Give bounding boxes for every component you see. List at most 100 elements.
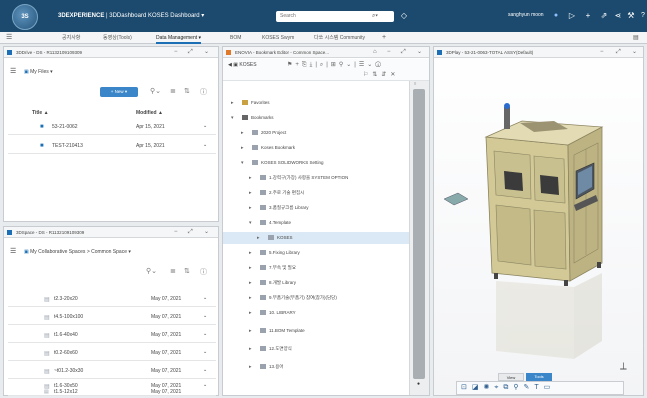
home-icon[interactable]: ⌂ [373,47,377,58]
user-name[interactable]: sanghyun moon [508,12,544,18]
column-title[interactable]: Title ▲ [32,110,49,116]
tree-node-selected[interactable]: ▸ KOSES [223,232,409,244]
tree-node-bookmarks[interactable]: ▾ Bookmarks [231,112,274,124]
panel-toggle-icon[interactable]: ≡ [414,81,416,86]
table-row[interactable]: ▤ t2.3-20x20 May 07, 2021 ⌄ [8,289,216,307]
chevron-right-icon[interactable]: ▸ [249,307,255,319]
tree-node[interactable]: ▸ 10. LIBRARY [249,307,296,319]
menu-icon[interactable]: ☰ [6,33,12,41]
chevron-down-icon[interactable]: ⌄ [203,382,207,388]
chevron-right-icon[interactable]: ▸ [249,247,255,259]
toolbar-icons[interactable]: ⚑+⎘⤓|⌕|⊞⚲⌄|☰⌄ⓘ [287,61,384,69]
tab-bom[interactable]: BOM [230,32,241,44]
section-icon[interactable]: ◪ [472,384,484,391]
table-row[interactable]: ▤ t4.5-100x100 May 07, 2021 ⌄ [8,307,216,325]
info-icon[interactable]: ⓘ [200,267,207,277]
tree-node[interactable]: ▸ 2020 Project [241,127,286,139]
chevron-down-icon[interactable]: ▾ [231,112,237,124]
row-title[interactable]: t0.2-60x60 [54,350,78,356]
tree-node[interactable]: ▸ 13.용어 [249,361,284,373]
tab-community[interactable]: 다쏘 시스템 Community [314,32,365,44]
tree-node[interactable]: ▸ 11.BOM Template [249,325,305,337]
table-row[interactable]: ▤ ~t01.2-30x30 May 07, 2021 ⌄ [8,361,216,379]
chat-icon[interactable]: ▤ [633,34,639,41]
table-row[interactable]: ▤ t1.5-12x12 May 07, 2021 [8,389,216,395]
tab-notice[interactable]: 공지사항 [62,32,80,44]
filter-icon[interactable]: ⚲⌄ [150,87,161,95]
tag-icon[interactable]: ◇ [398,10,410,22]
chevron-down-icon[interactable]: ▾ [241,157,247,169]
tree-node[interactable]: ▾ 4.Template [249,217,291,229]
chevron-right-icon[interactable]: ▸ [257,232,263,244]
list-view-icon[interactable]: ☰ [10,247,16,255]
minimize-icon[interactable]: − [174,47,178,58]
machine-3d-model[interactable] [434,59,643,369]
tree-node[interactable]: ▸ 3.품질규크름 Library [249,202,308,214]
chevron-down-icon[interactable]: ⌄ [203,367,207,373]
tab-koses-swym[interactable]: KOSES Swym [262,32,294,44]
chevron-right-icon[interactable]: ▸ [249,361,255,373]
filter-icon[interactable]: ⚲⌄ [146,267,157,275]
chevron-right-icon[interactable]: ▸ [249,292,255,304]
tab-data-management[interactable]: Data Management ▾ [156,32,202,44]
chevron-right-icon[interactable]: ▸ [249,202,255,214]
tree-node[interactable]: ▸ 12.도면양식 [249,343,292,355]
scrollbar[interactable] [413,89,425,379]
measure-icon[interactable]: ⊡ [461,384,472,391]
text-icon[interactable]: T [534,384,543,391]
space-breadcrumb[interactable]: ▣ My Collaborative Spaces > Common Space… [24,249,131,255]
tree-node[interactable]: ▸ 1.강력구(가장) 사항을 SYSTEM OPTION [249,172,348,184]
table-row[interactable]: ■ TEST-210413 Apr 15, 2021 ⌄ [8,136,216,154]
pen-icon[interactable]: ✎ [523,384,534,391]
tree-node[interactable]: ▸ 5.Fixing Library [249,247,300,259]
play-toolbar[interactable]: ⊡◪✺⌖⧉⚲✎T▭ [456,381,624,395]
column-modified[interactable]: Modified ▲ [136,110,163,116]
scroll-indicator-icon[interactable]: ● [417,381,420,387]
row-title[interactable]: t1.6-40x40 [54,332,78,338]
help-icon[interactable]: ? [637,10,647,22]
camera-icon[interactable]: ⌖ [494,384,503,391]
new-button[interactable]: + New ▾ [100,87,138,97]
chevron-right-icon[interactable]: ▸ [231,97,237,109]
row-title[interactable]: TEST-210413 [52,143,83,149]
chevron-down-icon[interactable]: ▾ [249,217,255,229]
tab-videos[interactable]: 동영상(Tools) [103,32,132,44]
sort-icon[interactable]: ⇅ [184,267,190,275]
row-title[interactable]: t2.3-20x20 [54,296,78,302]
chevron-down-icon[interactable]: ⌄ [203,331,207,337]
play-icon[interactable]: ▷ [566,10,578,22]
view-tab[interactable]: View [498,373,524,381]
list-view-icon[interactable]: ☰ [10,67,16,75]
chevron-down-icon[interactable]: ⌄ [203,313,207,319]
chevron-down-icon[interactable]: ⌄ [204,227,209,238]
table-row[interactable]: ▤ t1.6-40x40 May 07, 2021 ⌄ [8,325,216,343]
chevron-right-icon[interactable]: ▸ [249,187,255,199]
tree-node[interactable]: ▸ 8.개발 Library [249,277,296,289]
row-title[interactable]: 53-21-0062 [52,124,78,130]
add-icon[interactable]: + [582,10,594,22]
expand-icon[interactable]: ⤢ [616,47,621,58]
tree-node[interactable]: ▸ 2.주로 기술 편집시 [249,187,304,199]
chevron-right-icon[interactable]: ▸ [249,277,255,289]
compass-logo-icon[interactable]: 3S [12,4,38,30]
chevron-down-icon[interactable]: ⌄ [204,47,209,58]
row-title[interactable]: ~t01.2-30x30 [54,368,83,374]
info-icon[interactable]: ⓘ [200,87,207,97]
chevron-down-icon[interactable]: ⌄ [203,295,207,301]
axis-triad-icon[interactable]: ⟂ [620,361,627,372]
row-title[interactable]: t4.5-100x100 [54,314,83,320]
tree-node[interactable]: ▸ 9.부품기술(부품기) 참여(참가)(담당) [249,292,337,304]
avatar[interactable]: ● [550,10,562,22]
grid-view-icon[interactable]: ≣ [170,267,176,275]
annotation-icon[interactable]: ▭ [544,384,556,391]
tree-node-favorites[interactable]: ▸ Favorites [231,97,270,109]
tools-tab[interactable]: Tools [526,373,552,381]
chevron-down-icon[interactable]: ⌄ [203,142,207,148]
chevron-right-icon[interactable]: ▸ [249,343,255,355]
compare-icon[interactable]: ⧉ [503,384,513,391]
chevron-right-icon[interactable]: ▸ [249,262,255,274]
add-tab-button[interactable]: + [382,32,386,44]
expand-icon[interactable]: ⤢ [188,47,193,58]
chevron-right-icon[interactable]: ▸ [241,127,247,139]
dashboard-name[interactable]: | 3DDashboard KOSES Dashboard ▾ [104,13,204,19]
